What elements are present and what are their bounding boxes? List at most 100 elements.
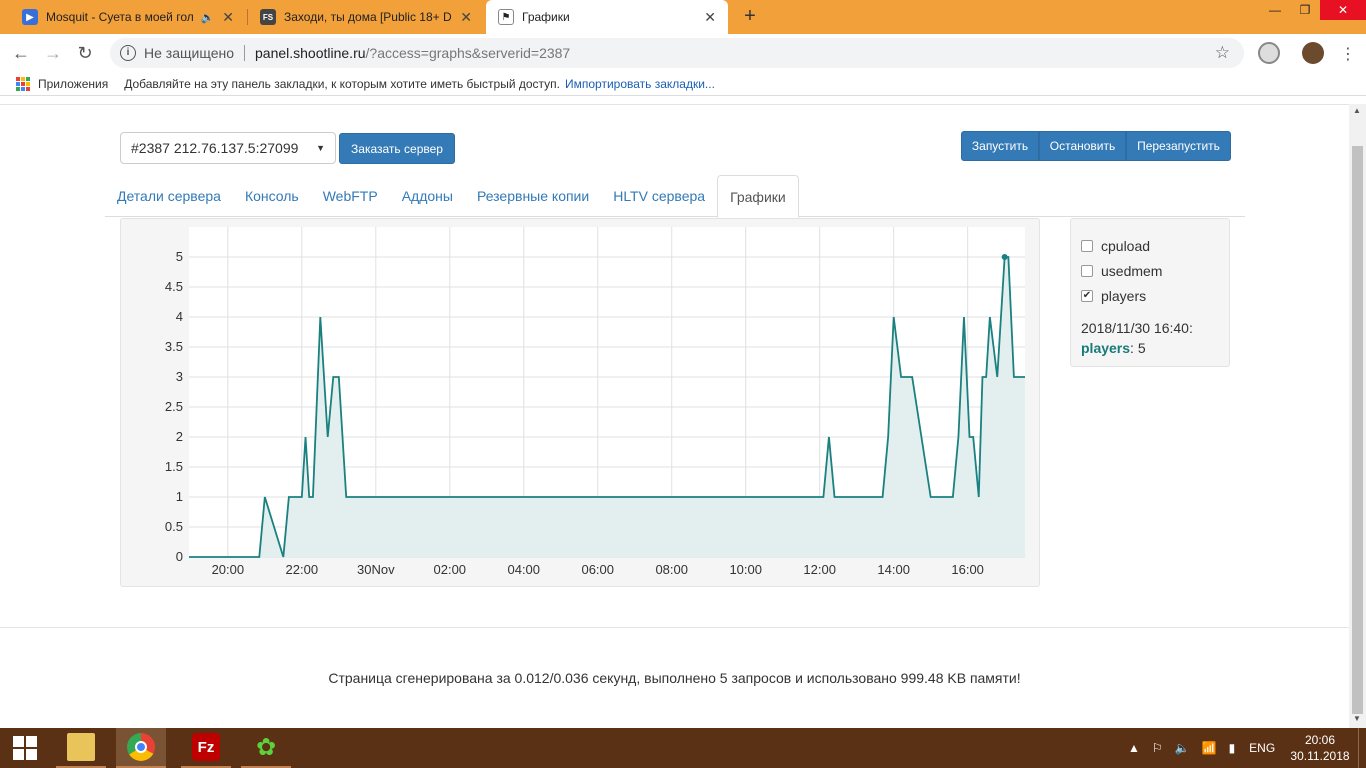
footer-text: Страница сгенерирована за 0.012/0.036 се… (328, 670, 1021, 686)
chevron-up-icon[interactable]: ▲ (1128, 741, 1140, 755)
close-window-icon[interactable]: ✕ (1320, 0, 1366, 20)
start-button[interactable] (0, 728, 50, 768)
cs-icon: ⚑ (498, 9, 514, 25)
browser-tab-1[interactable]: ▶ Mosquit - Суета в моей гол 🔈 ✕ (10, 0, 246, 34)
volume-icon[interactable]: 🔈 (1175, 741, 1190, 755)
players-checkbox[interactable]: ✔ (1081, 289, 1093, 302)
language-indicator[interactable]: ENG (1249, 741, 1275, 755)
scroll-up-icon[interactable]: ▲ (1353, 106, 1361, 115)
apps-grid-icon[interactable] (16, 76, 30, 91)
flower-icon: ✿ (255, 733, 277, 761)
start-button[interactable]: Запустить (961, 131, 1039, 161)
network-icon[interactable]: 📶 (1202, 741, 1217, 755)
close-tab-icon[interactable]: ✕ (704, 9, 716, 26)
tab-graphs[interactable]: Графики (717, 175, 799, 218)
scroll-thumb[interactable] (1352, 146, 1363, 714)
security-label: Не защищено (144, 45, 234, 61)
youtube-icon: ▶ (22, 9, 38, 25)
taskbar-icq[interactable]: ✿ (241, 728, 291, 768)
legend-item-players[interactable]: ✔ players (1081, 283, 1219, 308)
apps-label[interactable]: Приложения (38, 77, 108, 91)
url-path: /?access=graphs&serverid=2387 (365, 45, 571, 61)
close-tab-icon[interactable]: ✕ (222, 9, 234, 26)
reload-icon[interactable]: ↻ (74, 42, 96, 64)
hover-info: 2018/11/30 16:40: players: 5 (1081, 318, 1219, 358)
server-nav-tabs: Детали сервера Консоль WebFTP Аддоны Рез… (105, 175, 1245, 218)
y-tick-label: 1.5 (165, 459, 183, 474)
players-chart[interactable]: 0 0.5 1 1.5 2 2.5 3 3.5 4 4.5 5 20:00 22:00 30Nov 02:0… (121, 219, 1039, 586)
server-select[interactable]: #2387 212.76.137.5:27099 ▼ (120, 132, 336, 164)
y-tick-label: 4 (176, 309, 183, 324)
avatar[interactable] (1302, 42, 1324, 64)
chevron-down-icon: ▼ (316, 143, 325, 153)
cpuload-checkbox[interactable] (1081, 239, 1093, 252)
fs-icon: FS (260, 9, 276, 25)
tab-console[interactable]: Консоль (233, 175, 311, 217)
back-arrow-icon[interactable]: ← (10, 42, 32, 64)
import-bookmarks-link[interactable]: Импортировать закладки... (565, 77, 715, 91)
y-tick-label: 2.5 (165, 399, 183, 414)
taskbar: Fz ✿ ▲ ⚐ 🔈 📶 ▮ ENG 20:06 30.11.2018 (0, 728, 1366, 768)
taskbar-explorer[interactable] (56, 728, 106, 768)
battery-icon[interactable]: ▮ (1229, 741, 1236, 755)
page-scrollbar[interactable]: ▲ ▼ (1349, 104, 1366, 728)
close-tab-icon[interactable]: ✕ (460, 9, 472, 26)
hover-value: : 5 (1130, 340, 1146, 356)
extension-off-icon[interactable] (1258, 42, 1280, 64)
legend-label: players (1101, 287, 1147, 304)
chrome-icon (127, 733, 155, 761)
clock[interactable]: 20:06 30.11.2018 (1290, 732, 1350, 764)
speaker-icon[interactable]: 🔈 (201, 11, 215, 24)
browser-tab-3[interactable]: ⚑ Графики ✕ (486, 0, 728, 34)
clock-time: 20:06 (1304, 733, 1336, 747)
info-icon[interactable]: i (120, 45, 136, 61)
new-tab-button[interactable]: + (738, 4, 762, 28)
restart-button[interactable]: Перезапустить (1126, 131, 1231, 161)
legend-item-cpuload[interactable]: cpuload (1081, 233, 1219, 258)
filezilla-icon: Fz (192, 733, 220, 761)
tab-title: Заходи, ты дома [Public 18+ DU (284, 10, 453, 24)
menu-kebab-icon[interactable]: ⋮ (1340, 44, 1356, 64)
legend-label: usedmem (1101, 262, 1163, 279)
tab-webftp[interactable]: WebFTP (311, 175, 390, 217)
tab-backups[interactable]: Резервные копии (465, 175, 601, 217)
flag-icon[interactable]: ⚐ (1152, 741, 1163, 755)
maximize-icon[interactable]: ❐ (1290, 0, 1320, 20)
server-actions-group: Запустить Остановить Перезапустить (961, 131, 1231, 161)
browser-tab-2[interactable]: FS Заходи, ты дома [Public 18+ DU ✕ (248, 0, 484, 34)
scroll-down-icon[interactable]: ▼ (1353, 714, 1361, 723)
system-tray: ▲ ⚐ 🔈 📶 ▮ ENG (1128, 728, 1275, 768)
windows-logo-icon (13, 736, 37, 760)
x-tick-label: 08:00 (655, 562, 688, 577)
taskbar-filezilla[interactable]: Fz (181, 728, 231, 768)
x-tick-label: 30Nov (357, 562, 395, 577)
tab-hltv[interactable]: HLTV сервера (601, 175, 717, 217)
chart-panel: 0 0.5 1 1.5 2 2.5 3 3.5 4 4.5 5 20:00 22:00 30Nov 02:0… (120, 218, 1040, 587)
url-host: panel.shootline.ru (255, 45, 366, 61)
browser-tab-strip: ▶ Mosquit - Суета в моей гол 🔈 ✕ FS Захо… (0, 0, 1366, 34)
stop-button[interactable]: Остановить (1039, 131, 1126, 161)
y-tick-label: 5 (176, 249, 183, 264)
tab-title: Графики (522, 10, 570, 24)
taskbar-chrome[interactable] (116, 728, 166, 768)
minimize-icon[interactable]: — (1260, 0, 1290, 20)
show-desktop-button[interactable] (1358, 728, 1366, 768)
x-tick-label: 16:00 (951, 562, 984, 577)
tab-addons[interactable]: Аддоны (390, 175, 465, 217)
x-tick-label: 12:00 (803, 562, 836, 577)
clock-date: 30.11.2018 (1290, 749, 1350, 763)
hover-marker (1001, 254, 1008, 260)
legend-item-usedmem[interactable]: usedmem (1081, 258, 1219, 283)
bookmarks-bar: Приложения Добавляйте на эту панель закл… (0, 72, 1366, 96)
address-divider (244, 45, 245, 61)
tab-server-details[interactable]: Детали сервера (105, 175, 233, 217)
y-tick-label: 0.5 (165, 519, 183, 534)
bookmark-star-icon[interactable]: ☆ (1215, 43, 1230, 63)
order-server-button[interactable]: Заказать сервер (339, 133, 455, 164)
y-tick-label: 4.5 (165, 279, 183, 294)
address-bar[interactable]: i Не защищено panel.shootline.ru /?acces… (110, 38, 1244, 68)
forward-arrow-icon[interactable]: → (42, 42, 64, 64)
footer-divider (0, 627, 1349, 628)
x-tick-label: 22:00 (286, 562, 319, 577)
usedmem-checkbox[interactable] (1081, 264, 1093, 277)
